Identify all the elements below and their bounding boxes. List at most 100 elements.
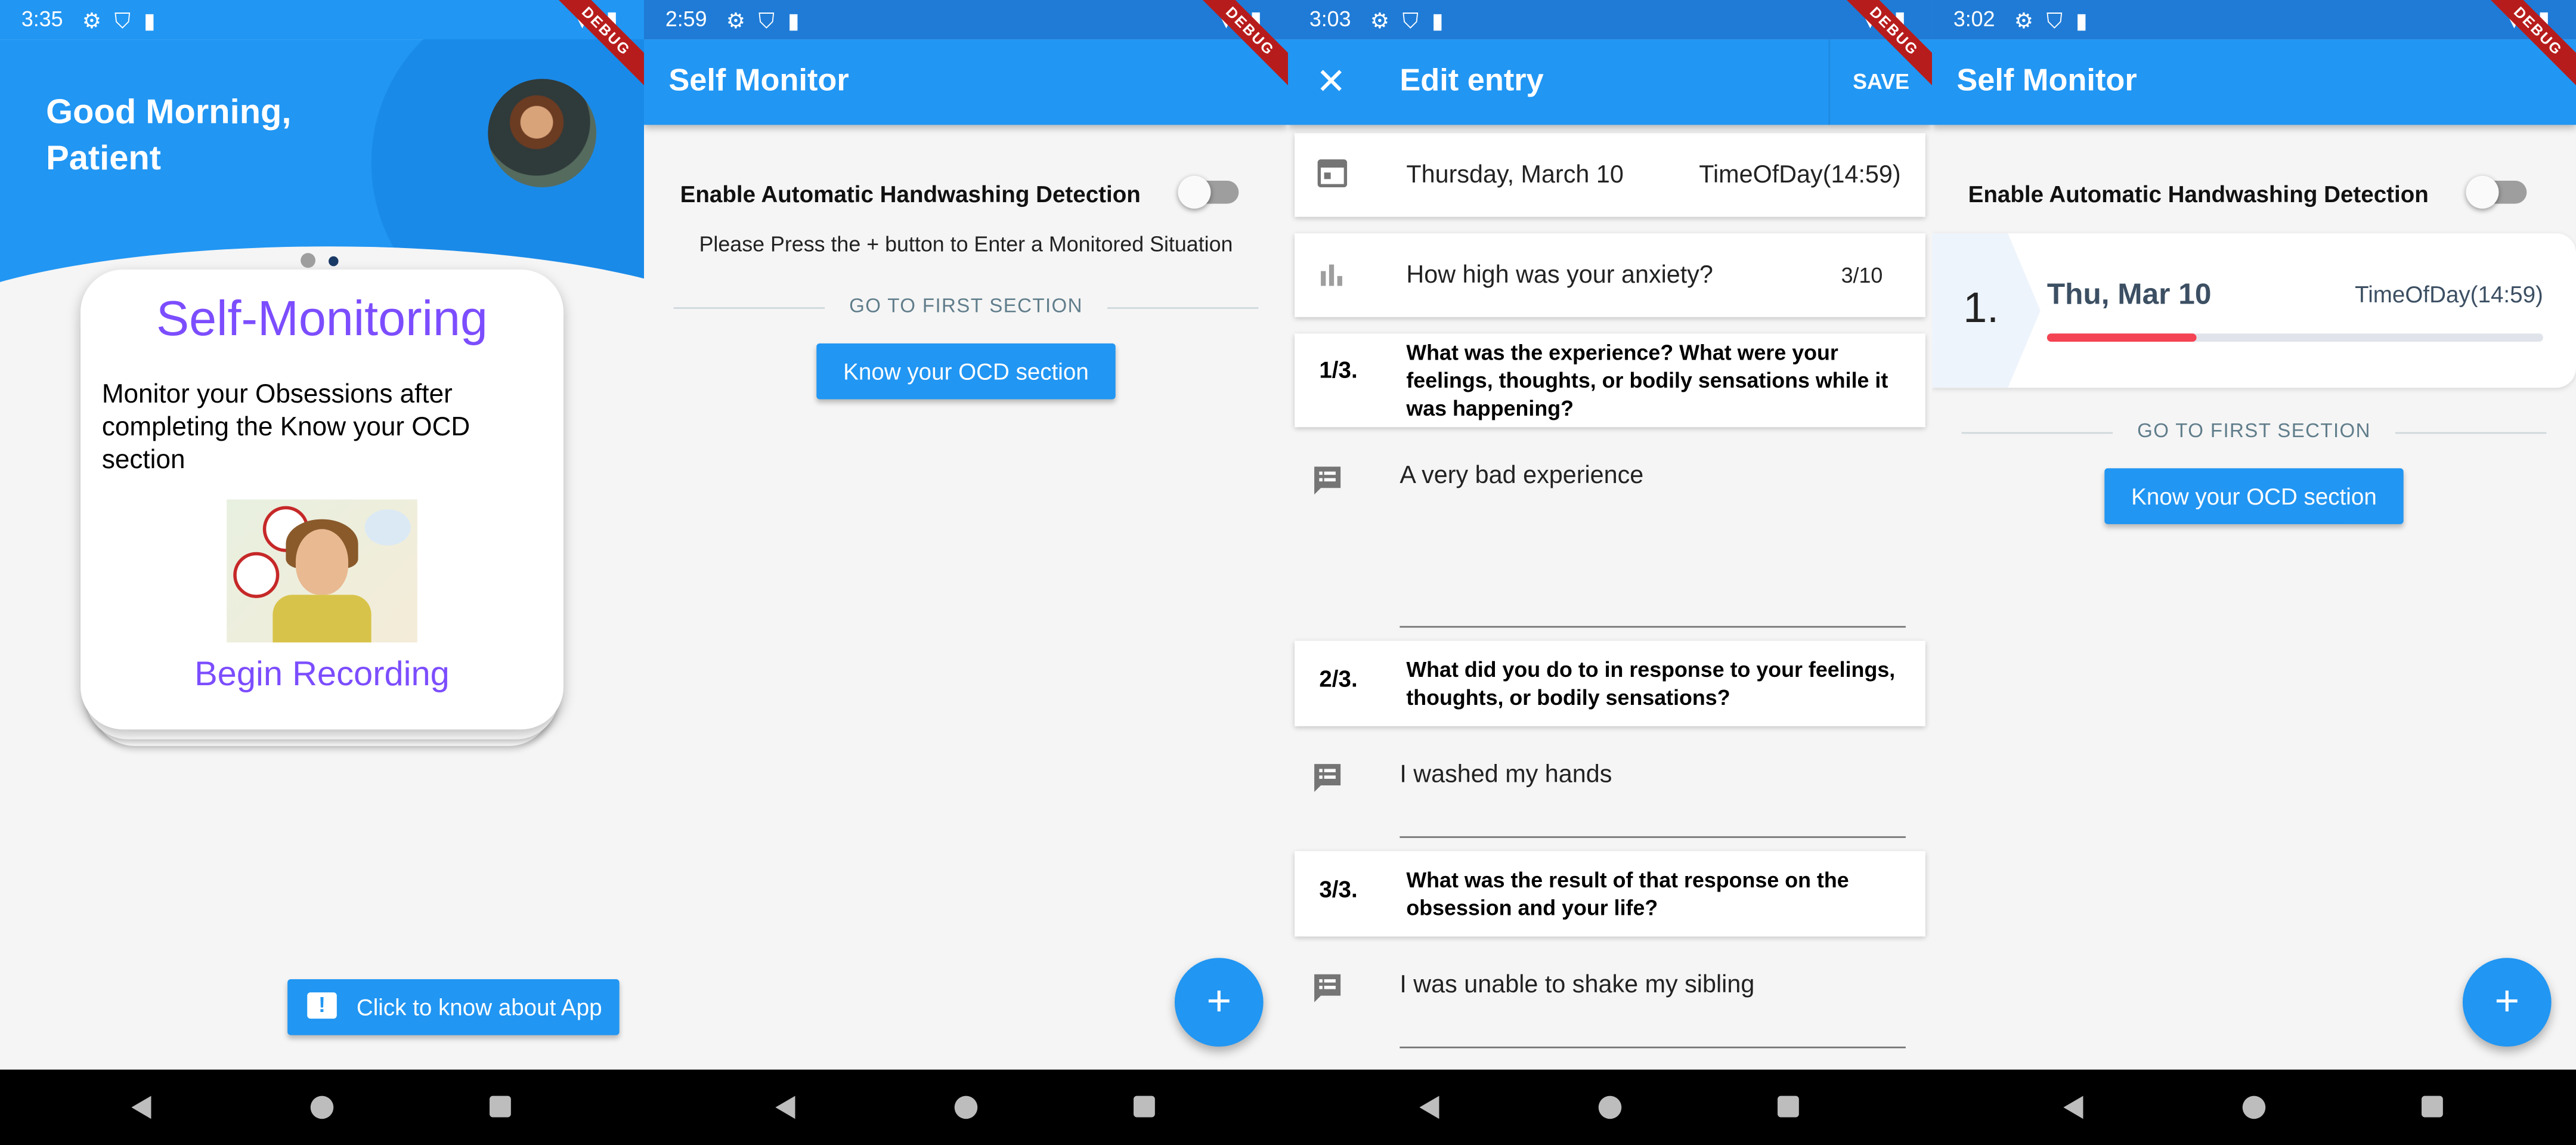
bar-chart-icon — [1318, 261, 1344, 296]
greeting-text: Good Morning, Patient — [46, 94, 292, 178]
card-description: Monitor your Obsessions after completing… — [101, 381, 470, 475]
system-nav-bar — [1287, 1069, 1932, 1145]
add-entry-button[interactable]: + — [1174, 958, 1264, 1047]
settings-icon: ⚙ — [2014, 8, 2033, 33]
entry-card[interactable]: 1. Thu, Mar 10 TimeOfDay(14:59) — [1931, 233, 2576, 388]
sd-card-icon: ▮ — [2075, 8, 2088, 33]
question-card: 1/3. What was the experience? What were … — [1295, 333, 1925, 428]
status-bar: 3:03 ⚙ ⛉ ▮ ▼ ▮ — [1287, 0, 1932, 40]
handwashing-detection-row: Enable Automatic Handwashing Detection — [680, 175, 1239, 214]
thinking-woman-illustration — [227, 499, 417, 643]
section-divider: GO TO FIRST SECTION — [1961, 419, 2547, 445]
settings-icon: ⚙ — [82, 8, 101, 33]
shield-icon: ⛉ — [1402, 8, 1419, 33]
self-monitoring-card[interactable]: Self-Monitoring Monitor your Obsessions … — [80, 269, 564, 730]
handwashing-detection-toggle[interactable] — [1178, 175, 1239, 209]
shield-icon: ⛉ — [2046, 8, 2063, 33]
empty-hint-text: Please Press the + button to Enter a Mon… — [699, 231, 1233, 256]
status-bar: 3:35 ⚙ ⛉ ▮ ▼ ▮ — [0, 0, 644, 40]
divider-label[interactable]: GO TO FIRST SECTION — [674, 294, 1259, 317]
nav-back-icon[interactable] — [775, 1096, 795, 1119]
divider-line — [1107, 307, 1259, 309]
question-card: 3/3. What was the result of that respons… — [1295, 851, 1925, 937]
entry-time[interactable]: TimeOfDay(14:59) — [1699, 161, 1900, 189]
status-time: 3:03 — [1309, 7, 1351, 32]
know-your-ocd-button[interactable]: Know your OCD section — [816, 343, 1116, 400]
question-text: What did you do to in response to your f… — [1406, 657, 1896, 710]
carousel-dot-active[interactable] — [301, 253, 315, 268]
date-time-row[interactable]: Thursday, March 10 TimeOfDay(14:59) — [1295, 133, 1925, 217]
question-text: What was the result of that response on … — [1406, 867, 1849, 920]
nav-recents-icon[interactable] — [1778, 1096, 1799, 1118]
divider-label[interactable]: GO TO FIRST SECTION — [1962, 419, 2547, 442]
edit-entry-screen: 3:03 ⚙ ⛉ ▮ ▼ ▮ DEBUG ✕ Edit entry SAVE T… — [1287, 0, 1932, 1145]
entry-date[interactable]: Thursday, March 10 — [1406, 161, 1623, 189]
sd-card-icon: ▮ — [787, 8, 800, 33]
thought-bubble-icon — [233, 552, 280, 598]
anxiety-progress-fill — [2046, 333, 2196, 342]
answer-text[interactable]: I was unable to shake my sibling — [1400, 971, 1754, 999]
status-bar: 3:02 ⚙ ⛉ ▮ ▼ ▮ — [1931, 0, 2576, 40]
handwashing-detection-row: Enable Automatic Handwashing Detection — [1968, 175, 2527, 214]
nav-recents-icon[interactable] — [1134, 1096, 1155, 1118]
carousel-indicator — [301, 253, 339, 268]
answer-underline — [1400, 1046, 1906, 1048]
app-bar: ✕ Edit entry SAVE — [1287, 39, 1932, 125]
begin-recording-link[interactable]: Begin Recording — [80, 655, 564, 695]
nav-back-icon[interactable] — [1419, 1096, 1439, 1119]
screenshot-stage: 3:35 ⚙ ⛉ ▮ ▼ ▮ DEBUG Good Morning, Patie… — [0, 0, 2576, 1145]
nav-back-icon[interactable] — [131, 1096, 151, 1119]
status-time: 2:59 — [665, 7, 707, 32]
answer-underline — [1400, 626, 1906, 628]
answer-text[interactable]: A very bad experience — [1400, 462, 1643, 490]
status-time: 3:02 — [1953, 7, 1995, 32]
nav-recents-icon[interactable] — [490, 1096, 511, 1118]
about-app-button[interactable]: ! Click to know about App — [287, 979, 620, 1035]
notes-icon — [1311, 761, 1344, 802]
cloud-bubble-icon — [364, 509, 411, 546]
nav-recents-icon[interactable] — [2422, 1096, 2443, 1118]
shield-icon: ⛉ — [758, 8, 775, 33]
avatar[interactable] — [488, 79, 597, 188]
self-monitor-list-screen: 3:02 ⚙ ⛉ ▮ ▼ ▮ DEBUG Self Monitor Enable… — [1931, 0, 2576, 1145]
answer-underline — [1400, 836, 1906, 838]
nav-home-icon[interactable] — [1598, 1096, 1622, 1119]
add-entry-button[interactable]: + — [2462, 958, 2552, 1047]
feedback-icon: ! — [307, 992, 337, 1019]
app-bar: Self Monitor — [643, 39, 1288, 125]
nav-home-icon[interactable] — [954, 1096, 978, 1119]
answer-text[interactable]: I washed my hands — [1400, 761, 1612, 789]
status-icons-left: ⚙ ⛉ ▮ — [726, 8, 800, 35]
illustration-shirt — [273, 595, 371, 643]
carousel-dot[interactable] — [329, 255, 339, 265]
self-monitor-empty-screen: 2:59 ⚙ ⛉ ▮ ▼ ▮ DEBUG Self Monitor Enable… — [643, 0, 1288, 1145]
system-nav-bar — [643, 1069, 1288, 1145]
divider-line — [2395, 432, 2547, 434]
entry-index: 1. — [1963, 282, 1999, 332]
sd-card-icon: ▮ — [143, 8, 156, 33]
question-number: 3/3. — [1319, 875, 1358, 902]
card-title: Self-Monitoring — [156, 292, 488, 347]
toggle-knob — [1178, 175, 1211, 209]
calendar-icon — [1317, 156, 1348, 196]
notes-icon — [1311, 463, 1344, 505]
know-your-ocd-button[interactable]: Know your OCD section — [2104, 468, 2404, 524]
page-title: Self Monitor — [1956, 64, 2137, 99]
close-icon[interactable]: ✕ — [1316, 61, 1346, 104]
question-number: 2/3. — [1319, 665, 1358, 692]
anxiety-row[interactable]: How high was your anxiety? 3/10 — [1295, 233, 1925, 317]
nav-home-icon[interactable] — [2242, 1096, 2266, 1119]
status-icons-left: ⚙ ⛉ ▮ — [82, 8, 156, 35]
handwashing-detection-toggle[interactable] — [2466, 175, 2527, 209]
question-card: 2/3. What did you do to in response to y… — [1295, 640, 1925, 726]
nav-home-icon[interactable] — [310, 1096, 334, 1119]
system-nav-bar — [0, 1069, 644, 1145]
status-bar: 2:59 ⚙ ⛉ ▮ ▼ ▮ — [643, 0, 1288, 40]
page-title: Edit entry — [1400, 64, 1544, 99]
toggle-label: Enable Automatic Handwashing Detection — [680, 181, 1141, 208]
anxiety-progress-bar — [2046, 333, 2543, 342]
nav-back-icon[interactable] — [2063, 1096, 2083, 1119]
toggle-knob — [2466, 175, 2499, 209]
toggle-label: Enable Automatic Handwashing Detection — [1968, 181, 2429, 208]
question-number: 1/3. — [1319, 356, 1358, 383]
